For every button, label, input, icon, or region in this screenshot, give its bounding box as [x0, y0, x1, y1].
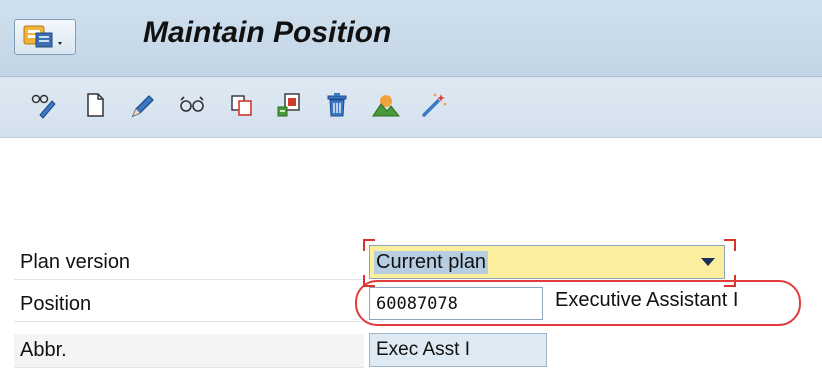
menu-icon: [23, 25, 62, 48]
chevron-down-icon[interactable]: [700, 257, 716, 267]
delimit-icon[interactable]: [275, 91, 303, 119]
menu-button[interactable]: [14, 19, 76, 55]
abbr-field: Exec Asst I: [369, 333, 547, 367]
highlight-ellipse: [355, 280, 801, 326]
wizard-icon[interactable]: [420, 91, 448, 119]
delete-icon[interactable]: [323, 91, 351, 119]
toolbar: [0, 77, 822, 138]
create-icon[interactable]: [81, 91, 109, 119]
form-area: Plan version Current plan Position 60087…: [0, 138, 822, 388]
focus-corner: [363, 239, 375, 251]
display-maintain-icon[interactable]: [30, 91, 58, 119]
focus-corner: [724, 239, 736, 251]
position-label: Position: [14, 288, 364, 322]
plan-version-value: Current plan: [374, 250, 489, 274]
title-bar: Maintain Position: [0, 0, 822, 77]
page-title: Maintain Position: [143, 16, 392, 49]
abbr-label: Abbr.: [14, 334, 364, 368]
plan-version-select[interactable]: Current plan: [369, 245, 725, 279]
copy-icon[interactable]: [228, 91, 256, 119]
plan-version-label: Plan version: [14, 246, 364, 280]
display-icon[interactable]: [178, 91, 206, 119]
change-icon[interactable]: [129, 91, 157, 119]
overview-icon[interactable]: [372, 91, 400, 119]
